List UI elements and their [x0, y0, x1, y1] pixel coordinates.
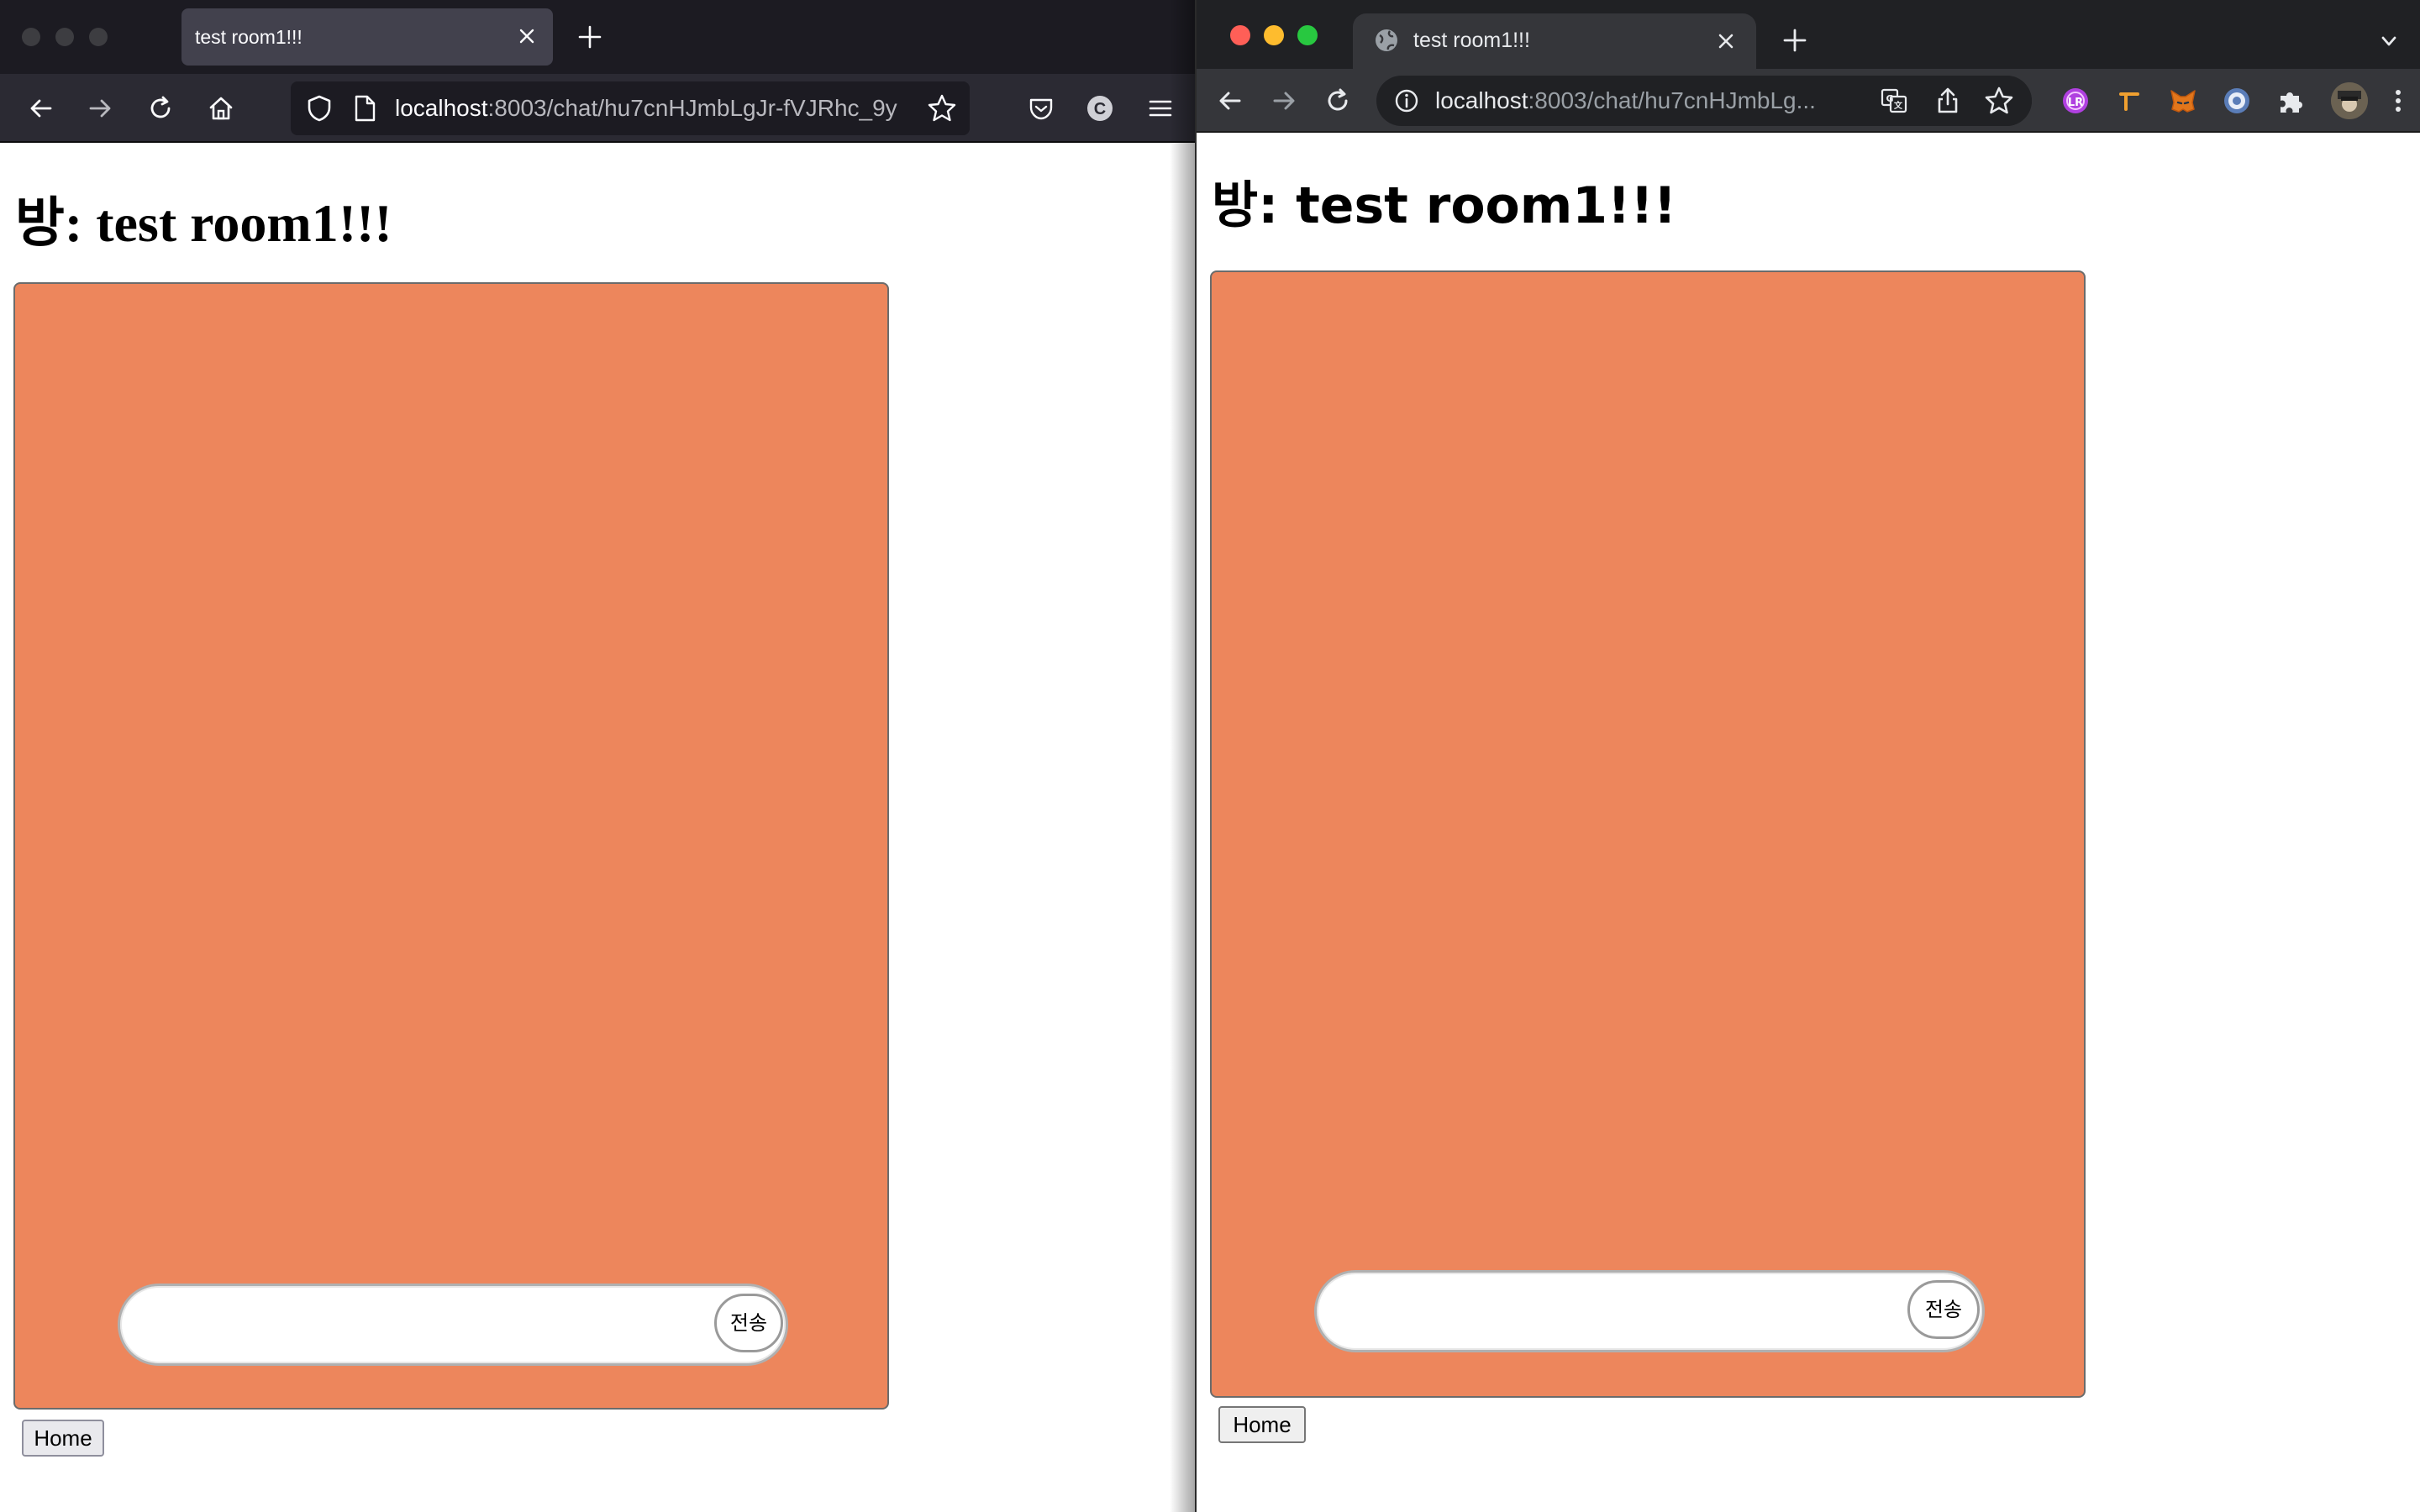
- svg-text:G: G: [1886, 93, 1893, 104]
- url-path: :8003/chat/hu7cnHJmbLg...: [1528, 87, 1816, 113]
- left-nav-toolbar: localhost:8003/chat/hu7cnHJmbLgJr-fVJRhc…: [0, 74, 1195, 143]
- forward-icon[interactable]: [84, 92, 116, 124]
- svg-text:文: 文: [1894, 100, 1903, 111]
- reload-icon[interactable]: [1323, 86, 1353, 116]
- extension-lr-icon[interactable]: LR: [2059, 84, 2092, 118]
- url-host: localhost: [395, 95, 488, 121]
- tab-title: test room1!!!: [195, 26, 302, 48]
- window-minimize-dot[interactable]: [55, 28, 74, 46]
- metamask-fox-icon[interactable]: [2166, 84, 2200, 118]
- right-nav-toolbar: localhost:8003/chat/hu7cnHJmbLg... G文 LR: [1197, 69, 2420, 133]
- profile-avatar[interactable]: [2331, 82, 2368, 119]
- left-active-tab[interactable]: test room1!!!: [182, 8, 553, 66]
- close-icon[interactable]: [1714, 29, 1738, 53]
- star-icon[interactable]: [1983, 85, 2015, 117]
- url-text[interactable]: localhost:8003/chat/hu7cnHJmbLgJr-fVJRhc…: [395, 95, 897, 122]
- pocket-icon[interactable]: [1025, 92, 1057, 124]
- new-tab-plus-icon[interactable]: [576, 24, 603, 50]
- account-icon[interactable]: C: [1084, 92, 1116, 124]
- share-icon[interactable]: [1933, 86, 1963, 116]
- address-bar[interactable]: localhost:8003/chat/hu7cnHJmbLgJr-fVJRhc…: [291, 81, 970, 135]
- left-tab-strip: test room1!!!: [0, 0, 1195, 74]
- kebab-menu-icon[interactable]: [2381, 84, 2415, 118]
- chevron-down-icon[interactable]: [2378, 30, 2400, 52]
- address-bar[interactable]: localhost:8003/chat/hu7cnHJmbLg... G文: [1376, 76, 2032, 126]
- forward-icon[interactable]: [1269, 86, 1299, 116]
- extension-ring-icon[interactable]: [2220, 84, 2254, 118]
- home-icon[interactable]: [205, 92, 237, 124]
- svg-text:LR: LR: [2068, 97, 2083, 109]
- chat-input-field[interactable]: [1314, 1270, 1985, 1352]
- right-browser-window: test room1!!! localhost:8003/chat/hu7cnH…: [1195, 0, 2420, 1512]
- info-icon[interactable]: [1393, 87, 1420, 114]
- right-tab-strip: test room1!!!: [1197, 0, 2420, 69]
- right-active-tab[interactable]: test room1!!!: [1353, 13, 1756, 69]
- window-close-dot[interactable]: [22, 28, 40, 46]
- tab-title: test room1!!!: [1413, 29, 1530, 52]
- extension-bracket-icon[interactable]: [2112, 84, 2146, 118]
- window-close-dot[interactable]: [1230, 25, 1250, 45]
- window-zoom-dot[interactable]: [1297, 25, 1318, 45]
- new-tab-plus-icon[interactable]: [1781, 27, 1808, 54]
- url-path: :8003/chat/hu7cnHJmbLgJr-fVJRhc_9y: [487, 95, 897, 121]
- back-icon[interactable]: [1215, 86, 1245, 116]
- home-button[interactable]: Home: [22, 1420, 104, 1457]
- window-minimize-dot[interactable]: [1264, 25, 1284, 45]
- window-edge-shadow: [1170, 0, 1195, 1512]
- left-browser-window: test room1!!! localhost:8003/chat/hu7cnH…: [0, 0, 1195, 1512]
- globe-icon: [1373, 27, 1400, 54]
- url-host: localhost: [1435, 87, 1528, 113]
- window-zoom-dot[interactable]: [89, 28, 108, 46]
- svg-text:C: C: [1094, 100, 1106, 118]
- home-button[interactable]: Home: [1218, 1406, 1306, 1443]
- right-page-content: 방: test room1!!! 전송 Home: [1197, 133, 2420, 1512]
- url-text[interactable]: localhost:8003/chat/hu7cnHJmbLg...: [1435, 87, 1816, 114]
- room-heading: 방: test room1!!!: [15, 193, 392, 253]
- reload-icon[interactable]: [145, 92, 176, 124]
- chat-message-area[interactable]: 전송: [13, 282, 889, 1410]
- shield-icon[interactable]: [304, 93, 334, 123]
- page-icon: [351, 93, 378, 123]
- left-page-content: 방: test room1!!! 전송 Home: [0, 143, 1195, 1512]
- chat-input-field[interactable]: [118, 1284, 788, 1366]
- back-icon[interactable]: [25, 92, 57, 124]
- room-heading: 방: test room1!!!: [1212, 176, 1677, 235]
- puzzle-icon[interactable]: [2274, 84, 2307, 118]
- star-icon[interactable]: [926, 92, 958, 124]
- translate-icon[interactable]: G文: [1879, 86, 1909, 116]
- close-icon[interactable]: [516, 25, 538, 47]
- chat-message-area[interactable]: 전송: [1210, 270, 2086, 1398]
